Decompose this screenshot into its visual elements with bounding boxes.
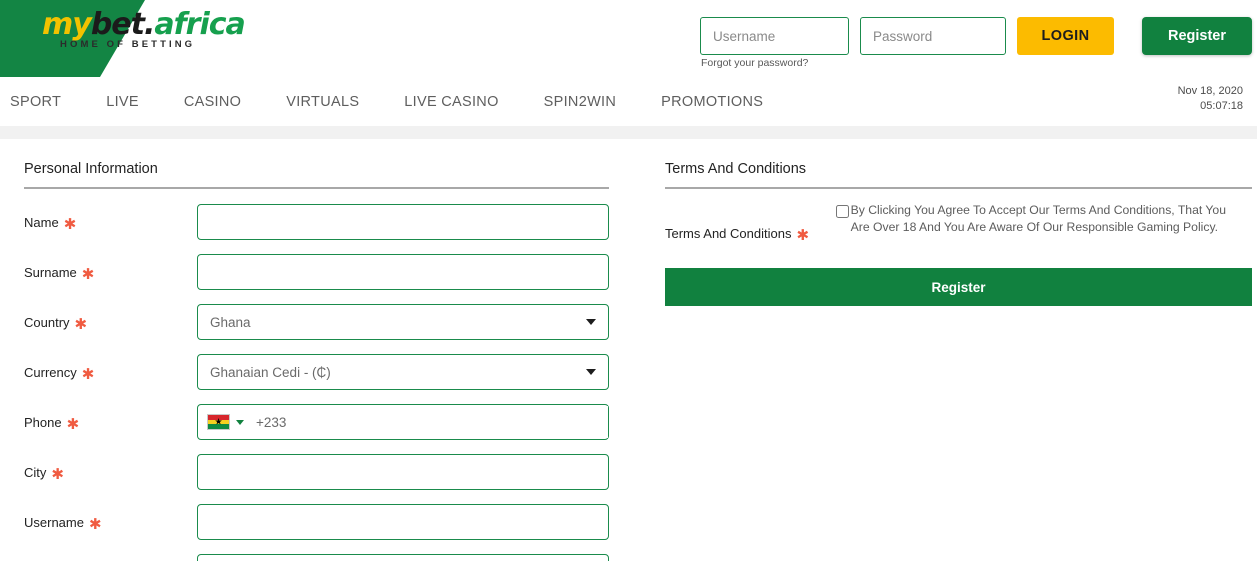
form-columns: Personal Information Name ✱ Surname ✱ Coun… [0, 161, 1257, 561]
clock-date: Nov 18, 2020 [1177, 85, 1243, 97]
terms-and-conditions-section: Terms And Conditions Terms And Condition… [633, 161, 1257, 561]
form-row-phone: Phone ✱ ★ +233 [24, 402, 633, 442]
submit-register-button[interactable]: Register [665, 268, 1252, 306]
required-asterisk-icon: ✱ [81, 265, 95, 283]
nav-item-list: SPORT LIVE CASINO VIRTUALS LIVE CASINO S… [10, 77, 808, 126]
label-city-text: City [24, 464, 47, 480]
label-terms-text: Terms And Conditions [665, 226, 792, 241]
registration-page: Personal Information Name ✱ Surname ✱ Coun… [0, 139, 1257, 561]
form-row-currency: Currency ✱ [24, 352, 633, 392]
main-navigation: SPORT LIVE CASINO VIRTUALS LIVE CASINO S… [0, 77, 1257, 126]
required-asterisk-icon: ✱ [66, 415, 80, 433]
terms-body: By Clicking You Agree To Accept Our Term… [835, 202, 1242, 235]
personal-section-rule [24, 187, 609, 189]
required-asterisk-icon: ✱ [88, 515, 102, 533]
input-password[interactable] [197, 554, 609, 561]
header-register-button[interactable]: Register [1142, 17, 1252, 55]
terms-text: By Clicking You Agree To Accept Our Term… [850, 203, 1226, 234]
label-terms: Terms And Conditions ✱ [665, 202, 836, 244]
label-phone: Phone ✱ [24, 414, 197, 433]
nav-item-spin2win[interactable]: SPIN2WIN [544, 94, 617, 110]
label-city: City ✱ [24, 464, 197, 483]
logo-text-africa: africa [154, 7, 245, 42]
nav-item-virtuals[interactable]: VIRTUALS [286, 94, 359, 110]
form-row-password: Password✱ [24, 552, 633, 561]
required-asterisk-icon: ✱ [74, 315, 88, 333]
select-country[interactable] [197, 304, 609, 340]
label-surname: Surname ✱ [24, 264, 197, 283]
personal-information-section: Personal Information Name ✱ Surname ✱ Coun… [0, 161, 633, 561]
required-asterisk-icon: ✱ [63, 215, 77, 233]
login-button[interactable]: LOGIN [1017, 17, 1114, 55]
flag-star-icon: ★ [214, 416, 223, 427]
label-country: Country ✱ [24, 314, 197, 333]
terms-checkbox[interactable] [835, 205, 849, 218]
logo-text-my: my [42, 7, 92, 42]
ghana-flag-icon[interactable]: ★ [207, 414, 230, 430]
label-username: Username ✱ [24, 514, 197, 533]
nav-item-promotions[interactable]: PROMOTIONS [661, 94, 763, 110]
nav-item-live[interactable]: LIVE [106, 94, 139, 110]
label-name-text: Name [24, 214, 59, 230]
input-name[interactable] [197, 204, 609, 240]
label-phone-text: Phone [24, 414, 62, 430]
forgot-password-link[interactable]: Forgot your password? [701, 57, 808, 69]
header-clock: Nov 18, 2020 05:07:18 [1178, 84, 1243, 114]
label-username-text: Username [24, 514, 84, 530]
terms-section-title: Terms And Conditions [665, 161, 807, 177]
input-username[interactable] [197, 504, 609, 540]
nav-item-live-casino[interactable]: LIVE CASINO [404, 94, 498, 110]
country-code-chevron-down-icon[interactable] [236, 419, 244, 425]
personal-information-title: Personal Information [24, 161, 158, 177]
terms-row: Terms And Conditions ✱ By Clicking You Ag… [665, 202, 1242, 244]
clock-time: 05:07:18 [1200, 100, 1243, 112]
form-row-username: Username ✱ [24, 502, 633, 542]
label-name: Name ✱ [24, 214, 197, 233]
form-row-surname: Surname ✱ [24, 252, 633, 292]
label-currency: Currency ✱ [24, 364, 197, 383]
required-asterisk-icon: ✱ [81, 365, 95, 383]
label-surname-text: Surname [24, 264, 77, 280]
header-login-area: LOGIN [700, 17, 1114, 55]
form-row-country: Country ✱ [24, 302, 633, 342]
nav-item-sport[interactable]: SPORT [10, 94, 61, 110]
input-phone[interactable] [286, 406, 608, 438]
required-asterisk-icon: ✱ [51, 465, 64, 483]
form-row-city: City ✱ [24, 452, 633, 492]
phone-input-group: ★ +233 [197, 404, 609, 440]
terms-section-rule [665, 187, 1252, 189]
header-username-input[interactable] [700, 17, 849, 55]
phone-dial-code: +233 [256, 414, 287, 430]
site-logo[interactable]: mybet.africa HOME OF BETTING [42, 7, 246, 51]
label-country-text: Country [24, 314, 70, 330]
header-password-input[interactable] [860, 17, 1006, 55]
logo-text-bet: bet. [90, 7, 156, 42]
section-divider-band [0, 126, 1257, 139]
form-row-name: Name ✱ [24, 202, 633, 242]
required-asterisk-icon: ✱ [796, 227, 810, 244]
select-currency[interactable] [197, 354, 609, 390]
logo-wordmark: mybet.africa [42, 7, 246, 42]
select-country-value[interactable] [197, 304, 609, 340]
label-currency-text: Currency [24, 364, 77, 380]
site-header: mybet.africa HOME OF BETTING LOGIN Forgo… [0, 0, 1257, 77]
select-currency-value[interactable] [197, 354, 609, 390]
input-city[interactable] [197, 454, 609, 490]
input-surname[interactable] [197, 254, 609, 290]
nav-item-casino[interactable]: CASINO [184, 94, 241, 110]
